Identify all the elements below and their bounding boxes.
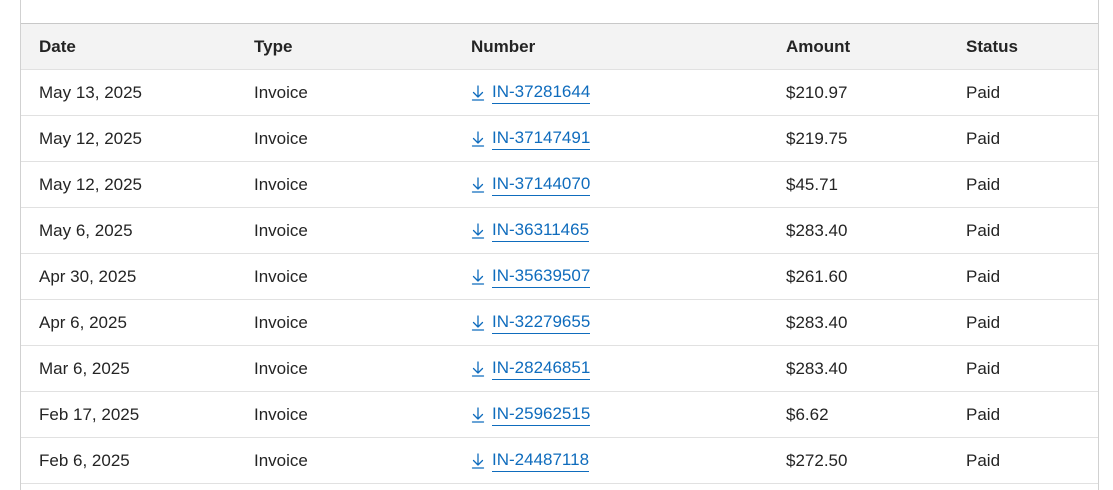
cell-type: Invoice	[254, 174, 308, 194]
cell-amount: $6.62	[786, 404, 829, 424]
cell-status: Paid	[966, 82, 1001, 102]
invoice-table: Date Type Number Amount Status May 13, 2…	[21, 23, 1098, 484]
cell-date: Mar 6, 2025	[39, 358, 130, 378]
invoice-download-link[interactable]: IN-37147491	[471, 128, 591, 150]
table-body: May 13, 2025 Invoice IN-37281644 $210.97 Pai…	[21, 70, 1098, 484]
table-row: May 12, 2025 Invoice IN-37144070 $45.71 Paid	[21, 162, 1098, 208]
cell-date: May 13, 2025	[39, 82, 143, 102]
cell-amount: $219.75	[786, 128, 848, 148]
invoice-download-link[interactable]: IN-37144070	[471, 174, 591, 196]
cell-amount: $210.97	[786, 82, 848, 102]
table-row: May 12, 2025 Invoice IN-37147491 $219.75 Pai…	[21, 116, 1098, 162]
cell-date: May 12, 2025	[39, 128, 143, 148]
cell-number: IN-28246851	[471, 346, 591, 391]
cell-status: Paid	[966, 266, 1001, 286]
cell-type: Invoice	[254, 312, 308, 332]
invoice-number[interactable]: IN-36311465	[492, 220, 590, 242]
invoice-download-link[interactable]: IN-37281644	[471, 82, 591, 104]
invoice-download-link[interactable]: IN-32279655	[471, 312, 591, 334]
invoice-panel: Date Type Number Amount Status May 13, 2…	[20, 0, 1099, 490]
cell-status: Paid	[966, 450, 1001, 470]
cell-amount: $283.40	[786, 358, 848, 378]
download-icon	[471, 452, 485, 469]
download-icon	[471, 360, 485, 377]
invoice-download-link[interactable]: IN-28246851	[471, 358, 591, 380]
cell-number: IN-25962515	[471, 392, 591, 437]
column-header-type[interactable]: Type	[254, 24, 292, 69]
cell-status: Paid	[966, 358, 1001, 378]
table-row: Apr 6, 2025 Invoice IN-32279655 $283.40 Paid	[21, 300, 1098, 346]
invoice-download-link[interactable]: IN-24487118	[471, 450, 590, 472]
table-row: Feb 17, 2025 Invoice IN-25962515 $6.62 Paid	[21, 392, 1098, 438]
cell-type: Invoice	[254, 266, 308, 286]
cell-date: Feb 6, 2025	[39, 450, 130, 470]
cell-status: Paid	[966, 128, 1001, 148]
cell-status: Paid	[966, 404, 1001, 424]
download-icon	[471, 314, 485, 331]
invoice-number[interactable]: IN-24487118	[492, 450, 590, 472]
column-header-status[interactable]: Status	[966, 24, 1018, 69]
cell-amount: $261.60	[786, 266, 848, 286]
cell-number: IN-35639507	[471, 254, 591, 299]
cell-type: Invoice	[254, 358, 308, 378]
table-row: Feb 6, 2025 Invoice IN-24487118 $272.50 Paid	[21, 438, 1098, 484]
cell-number: IN-24487118	[471, 438, 590, 483]
table-header-row: Date Type Number Amount Status	[21, 24, 1098, 70]
table-row: Mar 6, 2025 Invoice IN-28246851 $283.40 Paid	[21, 346, 1098, 392]
invoice-number[interactable]: IN-25962515	[492, 404, 591, 426]
cell-number: IN-32279655	[471, 300, 591, 345]
cell-type: Invoice	[254, 404, 308, 424]
download-icon	[471, 84, 485, 101]
cell-type: Invoice	[254, 450, 308, 470]
cell-date: May 12, 2025	[39, 174, 143, 194]
invoice-download-link[interactable]: IN-25962515	[471, 404, 591, 426]
invoice-number[interactable]: IN-37281644	[492, 82, 591, 104]
cell-amount: $45.71	[786, 174, 838, 194]
download-icon	[471, 406, 485, 423]
table-row: Apr 30, 2025 Invoice IN-35639507 $261.60 Pai…	[21, 254, 1098, 300]
cell-status: Paid	[966, 312, 1001, 332]
table-row: May 13, 2025 Invoice IN-37281644 $210.97 Pai…	[21, 70, 1098, 116]
cell-type: Invoice	[254, 220, 308, 240]
cell-date: Apr 6, 2025	[39, 312, 127, 332]
cell-date: Apr 30, 2025	[39, 266, 137, 286]
cell-number: IN-37147491	[471, 116, 591, 161]
download-icon	[471, 268, 485, 285]
column-header-amount[interactable]: Amount	[786, 24, 850, 69]
cell-type: Invoice	[254, 128, 308, 148]
invoice-number[interactable]: IN-35639507	[492, 266, 591, 288]
invoice-download-link[interactable]: IN-36311465	[471, 220, 590, 242]
download-icon	[471, 222, 485, 239]
cell-amount: $272.50	[786, 450, 848, 470]
cell-amount: $283.40	[786, 312, 848, 332]
table-row: May 6, 2025 Invoice IN-36311465 $283.40 Paid	[21, 208, 1098, 254]
invoice-number[interactable]: IN-28246851	[492, 358, 591, 380]
download-icon	[471, 176, 485, 193]
cell-date: Feb 17, 2025	[39, 404, 140, 424]
download-icon	[471, 130, 485, 147]
cell-number: IN-37144070	[471, 162, 591, 207]
invoice-number[interactable]: IN-37147491	[492, 128, 591, 150]
invoice-download-link[interactable]: IN-35639507	[471, 266, 591, 288]
cell-date: May 6, 2025	[39, 220, 133, 240]
cell-type: Invoice	[254, 82, 308, 102]
cell-amount: $283.40	[786, 220, 848, 240]
column-header-number[interactable]: Number	[471, 24, 535, 69]
column-header-date[interactable]: Date	[39, 24, 76, 69]
invoice-number[interactable]: IN-32279655	[492, 312, 591, 334]
cell-status: Paid	[966, 174, 1001, 194]
cell-status: Paid	[966, 220, 1001, 240]
cell-number: IN-37281644	[471, 70, 591, 115]
cell-number: IN-36311465	[471, 208, 590, 253]
invoice-number[interactable]: IN-37144070	[492, 174, 591, 196]
